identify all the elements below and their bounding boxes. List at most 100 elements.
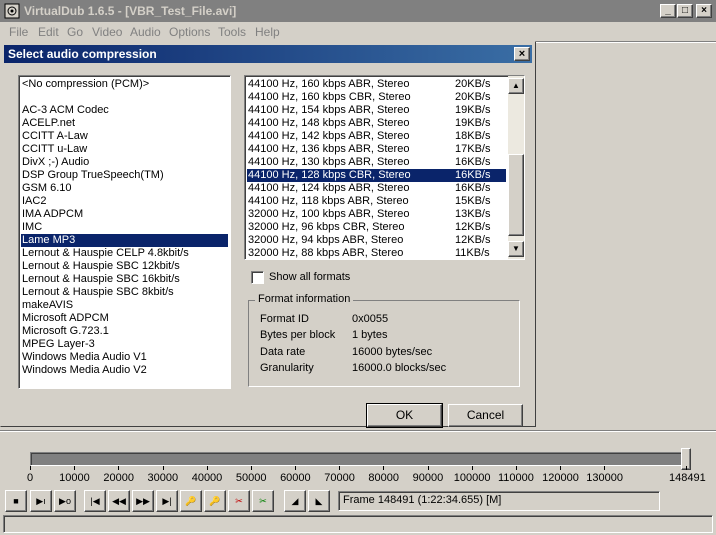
- mark-out-icon[interactable]: ◣: [308, 490, 330, 512]
- format-rate: 12KB/s: [455, 221, 491, 233]
- codec-list-item[interactable]: IMC: [21, 221, 228, 234]
- menu-file[interactable]: File: [9, 25, 28, 39]
- mark-in-icon[interactable]: ◢: [284, 490, 306, 512]
- step-backward-icon[interactable]: ◀◀: [108, 490, 130, 512]
- codec-list-item[interactable]: [21, 91, 228, 104]
- menu-edit[interactable]: Edit: [38, 25, 59, 39]
- timeline-tick: [383, 466, 385, 470]
- menu-options[interactable]: Options: [169, 25, 210, 39]
- scroll-up-arrow-icon[interactable]: ▲: [508, 78, 524, 94]
- format-list-item[interactable]: 44100 Hz, 148 kbps ABR, Stereo 19KB/s: [247, 117, 506, 130]
- timeline-tick: [30, 466, 31, 470]
- show-all-formats-checkbox[interactable]: [251, 271, 264, 284]
- format-list-item[interactable]: 32000 Hz, 88 kbps ABR, Stereo 11KB/s: [247, 247, 506, 259]
- main-workspace: [536, 41, 716, 431]
- format-label: 44100 Hz, 118 kbps ABR, Stereo: [248, 195, 409, 207]
- format-list-item[interactable]: 44100 Hz, 136 kbps ABR, Stereo 17KB/s: [247, 143, 506, 156]
- minimize-button[interactable]: _: [660, 4, 676, 18]
- codec-list-item[interactable]: Lame MP3: [21, 234, 228, 247]
- menu-help[interactable]: Help: [255, 25, 280, 39]
- menu-video[interactable]: Video: [92, 25, 122, 39]
- bytes-per-block-key: Bytes per block: [260, 329, 336, 341]
- codec-list-item[interactable]: AC-3 ACM Codec: [21, 104, 228, 117]
- format-list-item[interactable]: 44100 Hz, 160 kbps ABR, Stereo 20KB/s: [247, 78, 506, 91]
- codec-list-item[interactable]: Lernout & Hauspie CELP 4.8kbit/s: [21, 247, 228, 260]
- timeline-tick: [515, 466, 517, 470]
- maximize-button[interactable]: □: [677, 4, 693, 18]
- codec-list-item[interactable]: Windows Media Audio V2: [21, 364, 228, 377]
- next-keyframe-icon[interactable]: 🔑: [204, 490, 226, 512]
- format-label: 44100 Hz, 148 kbps ABR, Stereo: [248, 117, 410, 129]
- format-list-item[interactable]: 32000 Hz, 94 kbps ABR, Stereo 12KB/s: [247, 234, 506, 247]
- codec-list-item[interactable]: IAC2: [21, 195, 228, 208]
- cancel-button[interactable]: Cancel: [448, 404, 523, 427]
- format-list[interactable]: ▲ ▼ 44100 Hz, 160 kbps ABR, Stereo 20KB/s…: [244, 75, 525, 260]
- codec-list-item[interactable]: Lernout & Hauspie SBC 12kbit/s: [21, 260, 228, 273]
- menu-tools[interactable]: Tools: [218, 25, 246, 39]
- timeline-tick-label: 50000: [235, 472, 267, 484]
- timeline-track[interactable]: [30, 452, 690, 466]
- timeline-tick: [560, 466, 562, 470]
- codec-list-item[interactable]: GSM 6.10: [21, 182, 228, 195]
- timeline-tick: [686, 466, 687, 470]
- codec-list-item[interactable]: MPEG Layer-3: [21, 338, 228, 351]
- previous-scene-icon[interactable]: ✂: [228, 490, 250, 512]
- format-rate: 16KB/s: [455, 156, 491, 168]
- format-list-item[interactable]: 44100 Hz, 154 kbps ABR, Stereo 19KB/s: [247, 104, 506, 117]
- codec-list-item[interactable]: DSP Group TrueSpeech(TM): [21, 169, 228, 182]
- codec-list-item[interactable]: <No compression (PCM)>: [21, 78, 228, 91]
- menu-audio[interactable]: Audio: [130, 25, 161, 39]
- dialog-close-button[interactable]: ×: [514, 47, 530, 61]
- format-label: 44100 Hz, 160 kbps ABR, Stereo: [248, 78, 410, 90]
- codec-list-item[interactable]: IMA ADPCM: [21, 208, 228, 221]
- format-list-item[interactable]: 44100 Hz, 118 kbps ABR, Stereo 15KB/s: [247, 195, 506, 208]
- timeline-tick-label: 130000: [586, 472, 624, 484]
- timeline-tick: [118, 466, 120, 470]
- next-scene-icon[interactable]: ✂: [252, 490, 274, 512]
- codec-list-item[interactable]: Lernout & Hauspie SBC 16kbit/s: [21, 273, 228, 286]
- play-output-icon[interactable]: ▶o: [54, 490, 76, 512]
- granularity-key: Granularity: [260, 362, 314, 374]
- format-label: 44100 Hz, 136 kbps ABR, Stereo: [248, 143, 410, 155]
- timeline-divider: [0, 430, 716, 432]
- format-list-item[interactable]: 44100 Hz, 142 kbps ABR, Stereo 18KB/s: [247, 130, 506, 143]
- scroll-down-arrow-icon[interactable]: ▼: [508, 241, 524, 257]
- codec-list-item[interactable]: Microsoft ADPCM: [21, 312, 228, 325]
- codec-list-item[interactable]: Lernout & Hauspie SBC 8kbit/s: [21, 286, 228, 299]
- ok-button[interactable]: OK: [366, 403, 443, 428]
- codec-list-item[interactable]: Microsoft G.723.1: [21, 325, 228, 338]
- step-forward-icon[interactable]: ▶▶: [132, 490, 154, 512]
- codec-list-item[interactable]: makeAVIS: [21, 299, 228, 312]
- format-list-item[interactable]: 44100 Hz, 128 kbps CBR, Stereo 16KB/s: [247, 169, 506, 182]
- menu-go[interactable]: Go: [67, 25, 83, 39]
- go-to-end-icon[interactable]: ▶|: [156, 490, 178, 512]
- format-list-item[interactable]: 44100 Hz, 130 kbps ABR, Stereo 16KB/s: [247, 156, 506, 169]
- previous-keyframe-icon[interactable]: 🔑: [180, 490, 202, 512]
- virtualdub-app-icon: [4, 3, 20, 19]
- format-list-item[interactable]: 32000 Hz, 96 kbps CBR, Stereo 12KB/s: [247, 221, 506, 234]
- go-to-start-icon[interactable]: |◀: [84, 490, 106, 512]
- format-list-item[interactable]: 44100 Hz, 124 kbps ABR, Stereo 16KB/s: [247, 182, 506, 195]
- codec-list[interactable]: <No compression (PCM)> AC-3 ACM Codec ACEL…: [18, 75, 231, 389]
- codec-list-item[interactable]: DivX ;-) Audio: [21, 156, 228, 169]
- timeline-tick: [206, 466, 208, 470]
- codec-list-item[interactable]: Windows Media Audio V1: [21, 351, 228, 364]
- format-rate: 11KB/s: [455, 247, 490, 259]
- scroll-thumb[interactable]: [508, 154, 524, 236]
- format-list-scrollbar[interactable]: ▲ ▼: [508, 76, 524, 259]
- timeline-tick: [604, 466, 606, 470]
- codec-list-item[interactable]: ACELP.net: [21, 117, 228, 130]
- format-list-item[interactable]: 32000 Hz, 100 kbps ABR, Stereo 13KB/s: [247, 208, 506, 221]
- frame-status-text: Frame 148491 (1:22:34.655) [M]: [343, 494, 502, 506]
- show-all-formats-label[interactable]: Show all formats: [269, 271, 350, 283]
- format-label: 44100 Hz, 154 kbps ABR, Stereo: [248, 104, 410, 116]
- codec-list-item[interactable]: CCITT A-Law: [21, 130, 228, 143]
- dialog-title-bar: Select audio compression ×: [4, 45, 532, 63]
- timeline-tick: [162, 466, 164, 470]
- play-input-icon[interactable]: ▶ı: [30, 490, 52, 512]
- stop-icon[interactable]: ■: [5, 490, 27, 512]
- codec-list-item[interactable]: CCITT u-Law: [21, 143, 228, 156]
- close-button[interactable]: ×: [696, 4, 712, 18]
- format-list-item[interactable]: 44100 Hz, 160 kbps CBR, Stereo 20KB/s: [247, 91, 506, 104]
- workspace-edge: [536, 41, 716, 43]
